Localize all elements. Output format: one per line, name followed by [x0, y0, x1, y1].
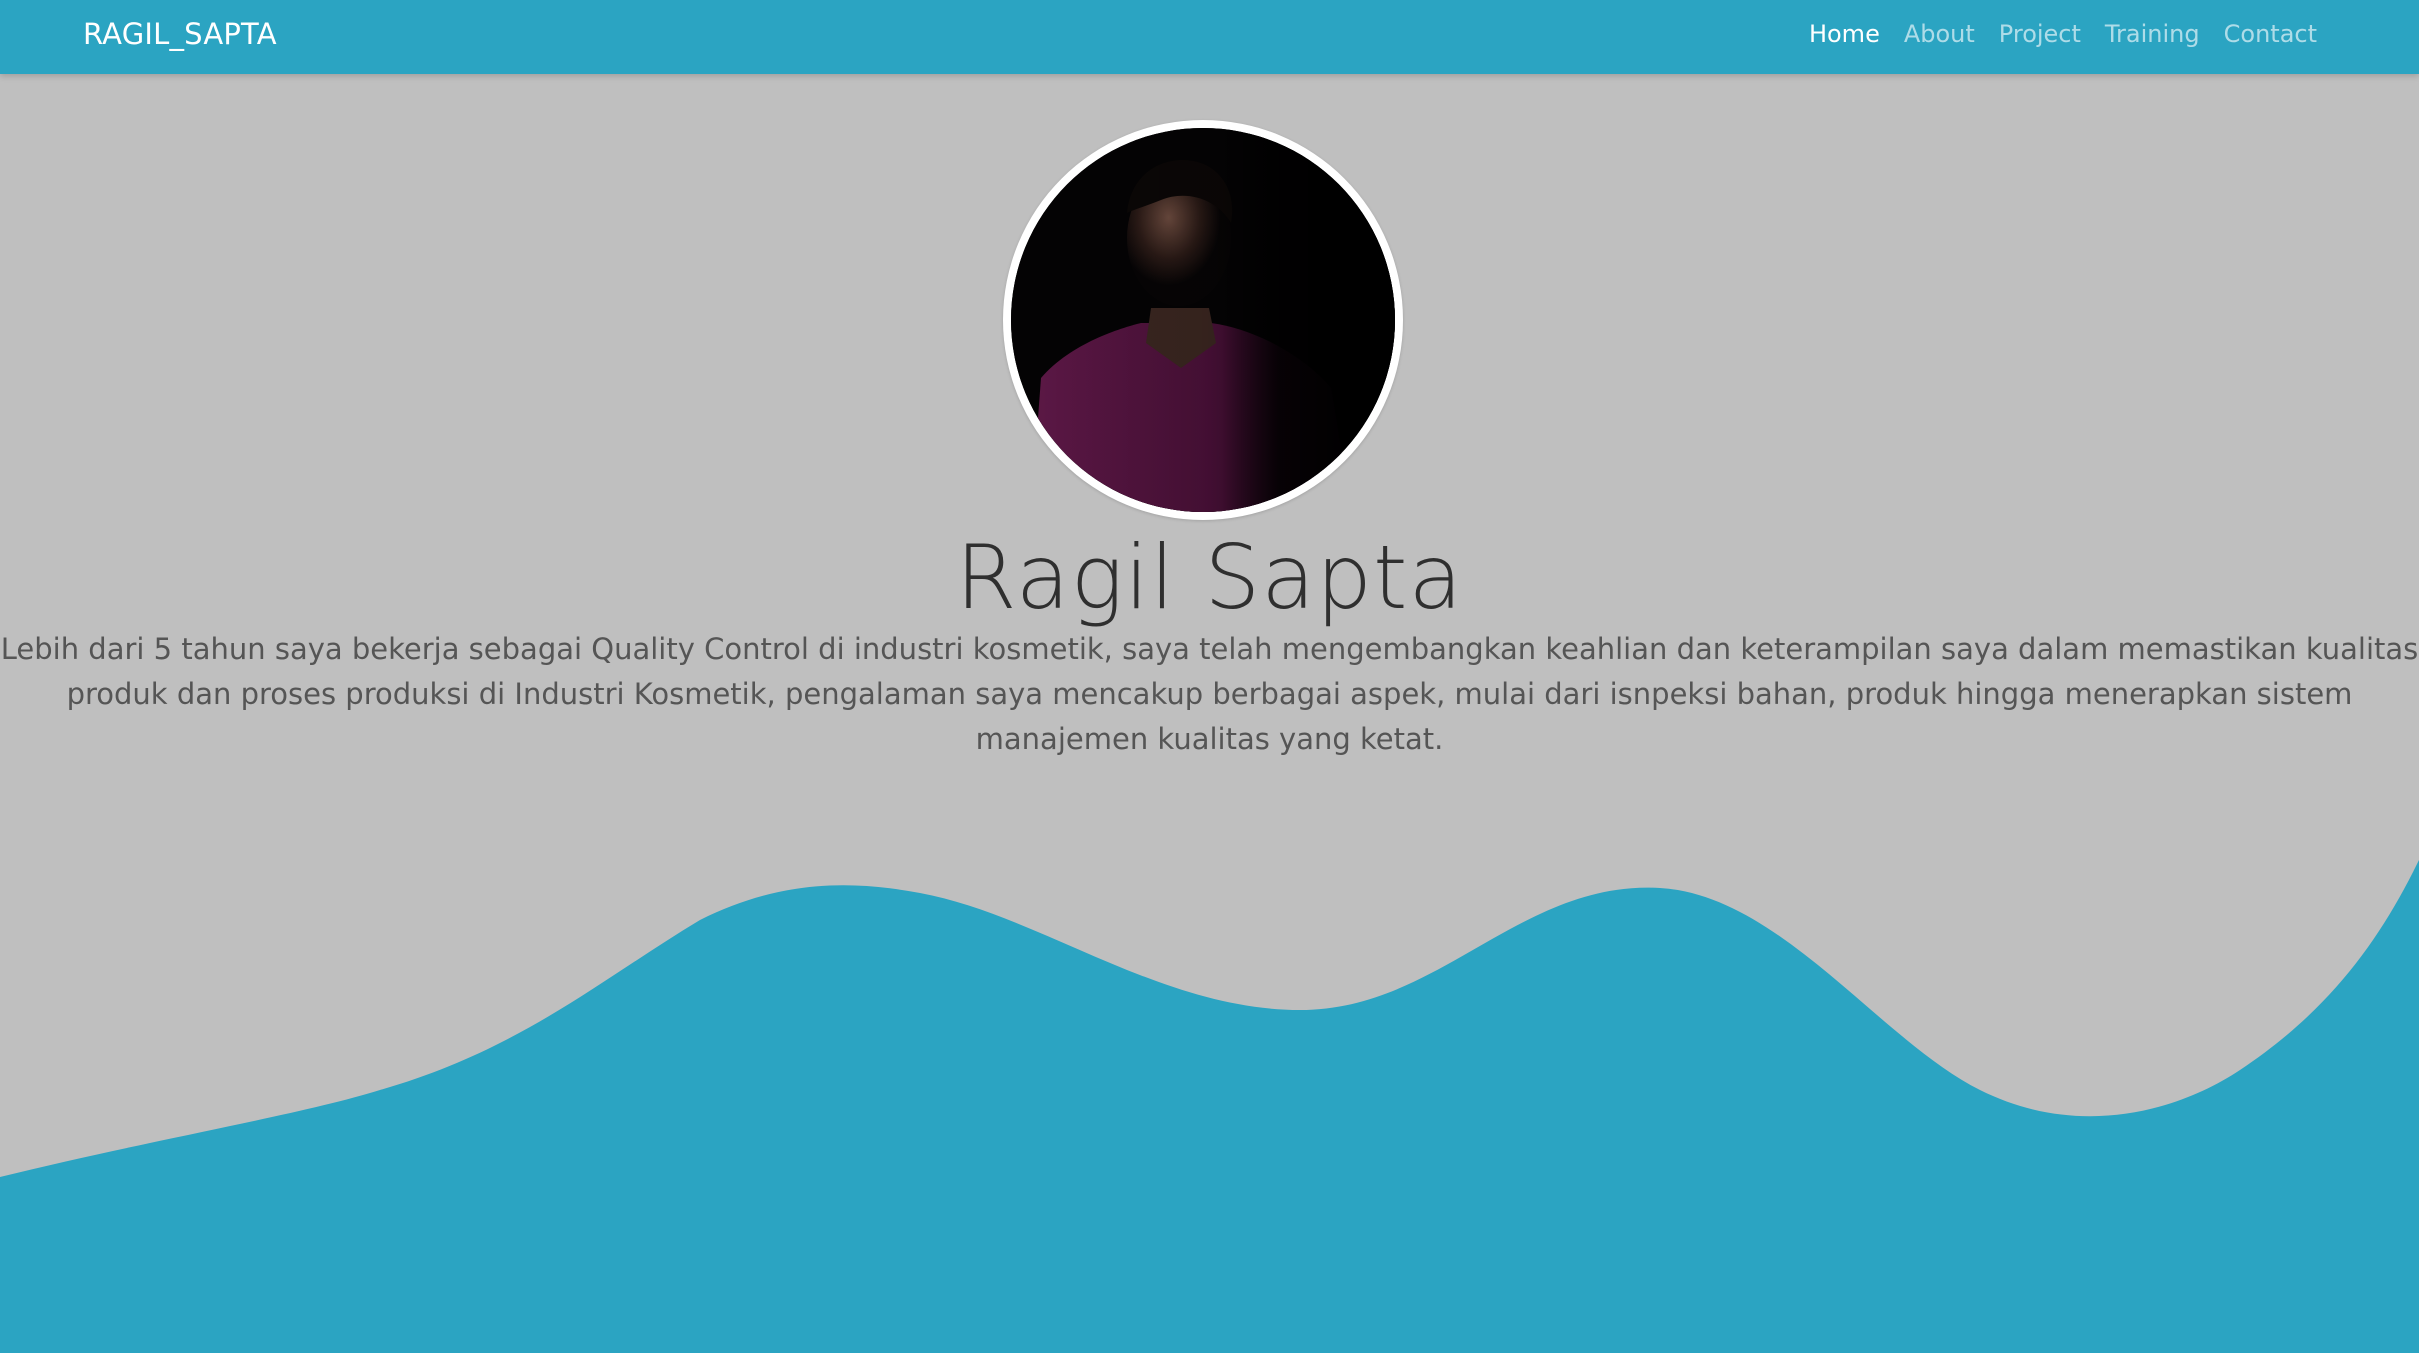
nav-menu: Home About Project Training Contact: [1809, 0, 2317, 68]
profile-photo-illustration: [1011, 128, 1395, 512]
nav-link-home[interactable]: Home: [1809, 20, 1880, 48]
profile-photo: [1011, 128, 1395, 512]
navbar: RAGIL_SAPTA Home About Project Training …: [0, 0, 2419, 74]
avatar: [1003, 120, 1403, 520]
nav-link-project[interactable]: Project: [1999, 20, 2081, 48]
nav-link-about[interactable]: About: [1904, 20, 1975, 48]
nav-link-contact[interactable]: Contact: [2224, 20, 2317, 48]
brand-logo[interactable]: RAGIL_SAPTA: [83, 0, 277, 68]
profile-bio: Lebih dari 5 tahun saya bekerja sebagai …: [0, 632, 2419, 756]
nav-link-training[interactable]: Training: [2105, 20, 2200, 48]
profile-name: Ragil Sapta: [955, 526, 1464, 629]
